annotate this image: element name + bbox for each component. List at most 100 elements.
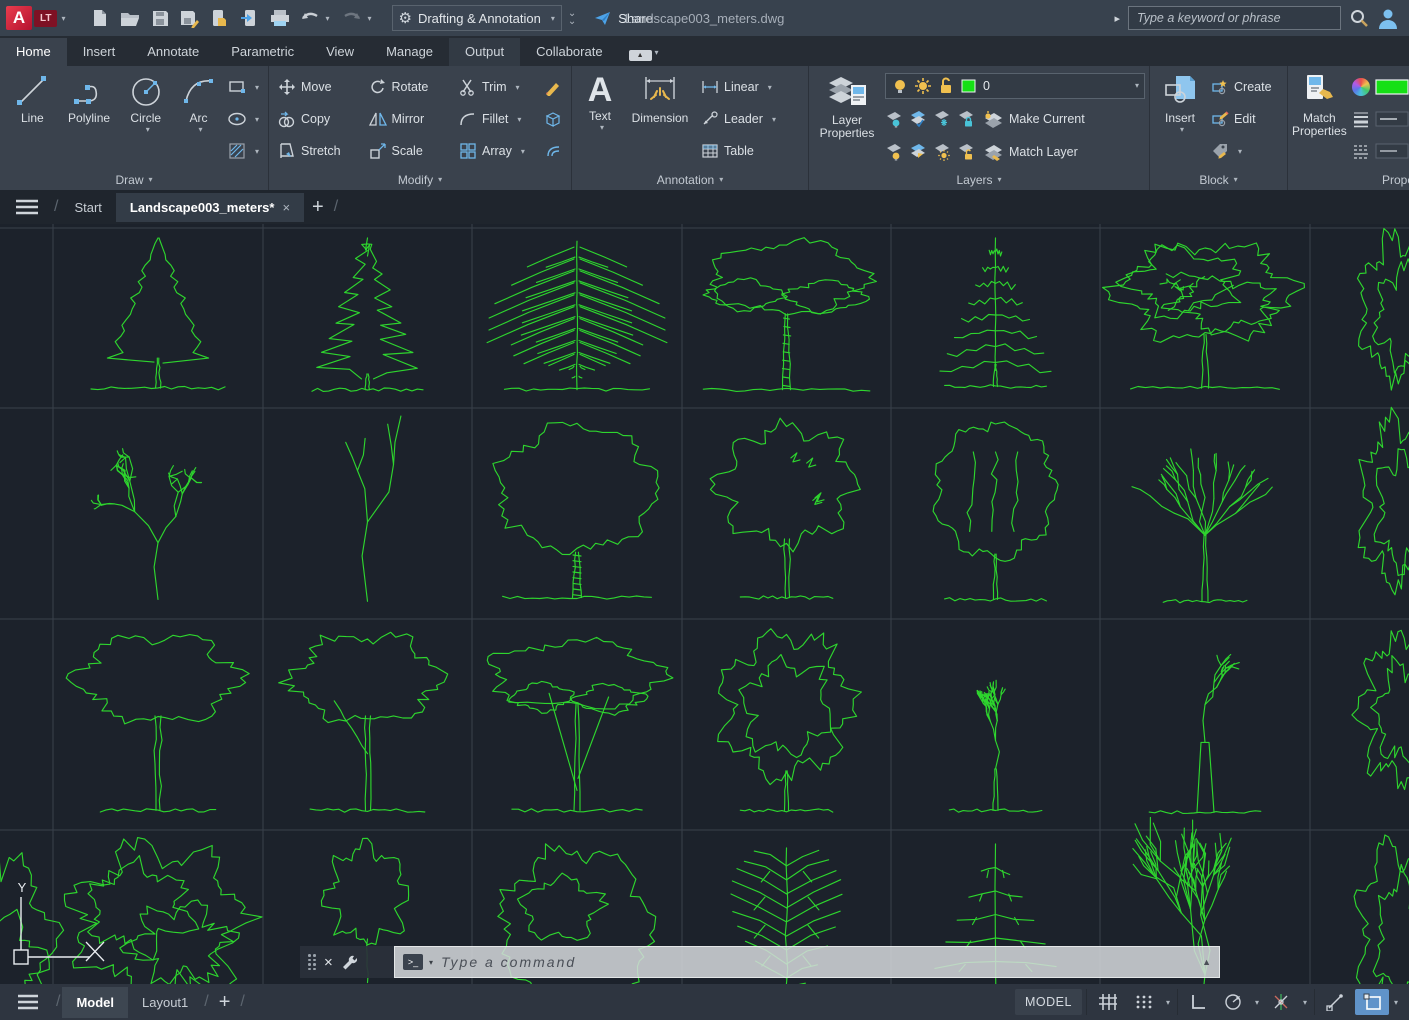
panel-label-block[interactable]: Block ▾	[1150, 169, 1287, 190]
share-button[interactable]: Share	[594, 10, 653, 26]
line-tool-button[interactable]: Line	[4, 69, 61, 169]
polar-settings-caret[interactable]: ▾	[1252, 998, 1262, 1007]
drag-grip-icon[interactable]	[308, 954, 316, 970]
layer-lock-button[interactable]	[957, 110, 975, 128]
layer-off-button[interactable]	[885, 110, 903, 128]
close-tab-icon[interactable]: ×	[282, 200, 290, 215]
file-tab-document[interactable]: Landscape003_meters* ×	[115, 192, 305, 222]
match-layer-button[interactable]: Match Layer	[1009, 145, 1078, 159]
arc-tool-button[interactable]: Arc ▾	[174, 69, 223, 169]
redo-button[interactable]	[338, 4, 366, 32]
undo-button[interactable]	[296, 4, 324, 32]
lineweight-control[interactable]	[1349, 106, 1409, 132]
ellipse-tool-button[interactable]: ▾	[225, 106, 262, 132]
make-current-button[interactable]: Make Current	[1009, 112, 1085, 126]
trim-button[interactable]: Trim ▾	[456, 74, 535, 100]
scale-button[interactable]: Scale	[366, 138, 451, 164]
move-button[interactable]: Move	[275, 74, 360, 100]
user-account-icon[interactable]	[1377, 7, 1399, 29]
create-block-button[interactable]: Create	[1208, 74, 1275, 100]
text-tool-button[interactable]: A Text ▾	[576, 69, 624, 169]
dynamic-input-toggle[interactable]	[1354, 989, 1389, 1015]
save-as-button[interactable]	[176, 4, 204, 32]
file-tab-start[interactable]: Start	[60, 193, 115, 222]
save-button[interactable]	[146, 4, 174, 32]
qat-customize-chevrons[interactable]: ⌄ ⌄	[568, 9, 576, 27]
recent-commands-caret[interactable]: ▾	[429, 958, 433, 967]
layer-on-button[interactable]	[885, 143, 903, 161]
open-button[interactable]	[116, 4, 144, 32]
tab-collaborate[interactable]: Collaborate	[520, 38, 619, 66]
plot-button[interactable]	[266, 4, 294, 32]
stretch-button[interactable]: Stretch	[275, 138, 360, 164]
linear-dimension-button[interactable]: Linear ▾	[698, 74, 779, 100]
tab-parametric[interactable]: Parametric	[215, 38, 310, 66]
table-button[interactable]: Table	[698, 138, 779, 164]
polar-tracking-toggle[interactable]	[1216, 989, 1250, 1015]
polyline-tool-button[interactable]: Polyline	[61, 69, 118, 169]
layer-properties-button[interactable]: Layer Properties	[813, 69, 881, 169]
model-space-toggle[interactable]: MODEL	[1014, 989, 1082, 1015]
array-button[interactable]: Array ▾	[456, 138, 535, 164]
match-properties-button[interactable]: Match Properties	[1292, 69, 1347, 169]
undo-dropdown[interactable]: ▾	[326, 14, 336, 23]
help-arrow-icon[interactable]: ▸	[1114, 12, 1120, 25]
edit-block-button[interactable]: Edit	[1208, 106, 1275, 132]
model-tab[interactable]: Model	[62, 986, 129, 1018]
command-input-area[interactable]: >_ ▾ ▲	[394, 946, 1220, 978]
tab-output[interactable]: Output	[449, 38, 521, 66]
new-tab-button[interactable]: +	[312, 197, 324, 217]
layout-menu-icon[interactable]	[16, 994, 40, 1010]
dimension-tool-button[interactable]: Dimension	[624, 69, 696, 169]
workspace-switcher[interactable]: ⚙ Drafting & Annotation ▾	[391, 5, 562, 31]
offset-button[interactable]	[541, 138, 565, 164]
circle-tool-button[interactable]: Circle ▾	[117, 69, 174, 169]
new-drawing-button[interactable]	[86, 4, 114, 32]
command-input[interactable]	[439, 953, 1197, 971]
tab-view[interactable]: View	[310, 38, 370, 66]
panel-label-annotation[interactable]: Annotation ▾	[572, 169, 808, 190]
object-snap-tracking-toggle[interactable]	[1264, 989, 1298, 1015]
ribbon-collapse-button[interactable]: ▲	[628, 50, 652, 61]
layer-select-combo[interactable]: 0 ▾	[885, 72, 1145, 99]
erase-button[interactable]	[541, 74, 565, 100]
tab-manage[interactable]: Manage	[370, 38, 449, 66]
search-icon[interactable]	[1349, 8, 1369, 28]
command-bar-handle[interactable]: ×	[300, 946, 394, 978]
save-to-web-mobile-button[interactable]	[236, 4, 264, 32]
rectangle-tool-button[interactable]: ▾	[225, 74, 262, 100]
new-layout-button[interactable]: +	[219, 992, 231, 1012]
application-menu-button[interactable]: A LT ▾	[0, 0, 72, 36]
hatch-tool-button[interactable]: ▾	[225, 138, 262, 164]
panel-label-modify[interactable]: Modify ▾	[269, 169, 571, 190]
snap-settings-caret[interactable]: ▾	[1163, 998, 1173, 1007]
search-input[interactable]	[1128, 6, 1341, 30]
object-snap-toggle[interactable]	[1319, 989, 1353, 1015]
copy-button[interactable]: Copy	[275, 106, 360, 132]
layer-thaw-button[interactable]	[933, 143, 951, 162]
grid-display-toggle[interactable]	[1091, 989, 1125, 1015]
ribbon-collapse-caret[interactable]: ▾	[652, 48, 662, 57]
layer-unlock-button[interactable]	[957, 143, 975, 161]
redo-dropdown[interactable]: ▾	[368, 14, 378, 23]
mirror-button[interactable]: Mirror	[366, 106, 451, 132]
drawing-canvas[interactable]: Y × >_ ▾ ▲	[0, 224, 1409, 984]
object-color-control[interactable]	[1349, 74, 1409, 100]
leader-button[interactable]: Leader ▾	[698, 106, 779, 132]
ortho-mode-toggle[interactable]	[1182, 989, 1214, 1015]
command-history-toggle[interactable]: ▲	[1202, 957, 1211, 967]
explode-button[interactable]	[541, 106, 565, 132]
dyninput-settings-caret[interactable]: ▾	[1391, 998, 1401, 1007]
panel-label-properties[interactable]: Prope	[1288, 169, 1409, 190]
layer-isolate-button[interactable]	[909, 110, 927, 128]
layout1-tab[interactable]: Layout1	[128, 987, 202, 1018]
layer-freeze-button[interactable]	[933, 110, 951, 128]
edit-attributes-button[interactable]: ▾	[1208, 138, 1275, 164]
panel-label-layers[interactable]: Layers ▾	[809, 169, 1149, 190]
tab-insert[interactable]: Insert	[67, 38, 132, 66]
linetype-control[interactable]	[1349, 138, 1409, 164]
snap-mode-toggle[interactable]	[1127, 989, 1161, 1015]
otrack-settings-caret[interactable]: ▾	[1300, 998, 1310, 1007]
fillet-button[interactable]: Fillet ▾	[456, 106, 535, 132]
layer-unisolate-button[interactable]	[909, 143, 927, 161]
